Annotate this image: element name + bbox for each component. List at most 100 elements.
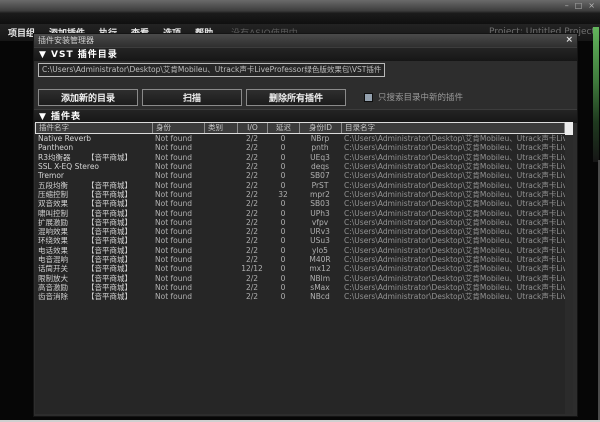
table-row[interactable]: 混响效果【音平商城】Not found2/20URv3C:\Users\Admi…	[35, 227, 565, 236]
cell-status: Not found	[152, 199, 204, 208]
cell-delay: 0	[267, 246, 299, 255]
cell-io: 2/2	[237, 171, 267, 180]
table-row[interactable]: TremorNot found2/20SB07C:\Users\Administ…	[35, 171, 565, 180]
table-row[interactable]: 压缩控制【音平商城】Not found2/232mpr2C:\Users\Adm…	[35, 190, 565, 199]
cell-directory: C:\Users\Administrator\Desktop\艾肯Mobileu…	[341, 264, 565, 273]
cell-io: 2/2	[237, 134, 267, 143]
plugin-store-tag: 【音平商城】	[87, 264, 132, 273]
table-row[interactable]: 五段均衡【音平商城】Not found2/20PrSTC:\Users\Admi…	[35, 180, 565, 189]
cell-status: Not found	[152, 227, 204, 236]
cell-io: 2/2	[237, 246, 267, 255]
table-row[interactable]: SSL X-EQ StereoNot found2/20deqsC:\Users…	[35, 162, 565, 171]
scan-button[interactable]: 扫描	[142, 89, 242, 106]
table-row[interactable]: Native ReverbNot found2/20NBrpC:\Users\A…	[35, 134, 565, 143]
cell-id: USu3	[299, 236, 341, 245]
dialog-close-icon[interactable]: ×	[565, 34, 573, 47]
table-row[interactable]: 齿音消除【音平商城】Not found2/20NBcdC:\Users\Admi…	[35, 292, 565, 301]
cell-io: 2/2	[237, 181, 267, 190]
cell-directory: C:\Users\Administrator\Desktop\艾肯Mobileu…	[341, 134, 565, 143]
cell-delay: 32	[267, 190, 299, 199]
menu-item[interactable]: 项目组	[8, 26, 35, 39]
column-header[interactable]: 类别	[205, 123, 238, 133]
cell-directory: C:\Users\Administrator\Desktop\艾肯Mobileu…	[341, 227, 565, 236]
table-row[interactable]: PantheonNot found2/20pnthC:\Users\Admini…	[35, 143, 565, 152]
close-icon[interactable]: ×	[588, 2, 595, 10]
maximize-icon[interactable]: □	[575, 2, 583, 10]
plugin-store-tag: 【音平商城】	[87, 153, 132, 162]
cell-plugin-name: 环绕效果【音平商城】	[35, 236, 152, 245]
column-header[interactable]: 目录名字	[342, 123, 565, 133]
table-row[interactable]: 限制放大【音平商城】Not found2/20NBlmC:\Users\Admi…	[35, 273, 565, 282]
cell-io: 2/2	[237, 190, 267, 199]
cell-id: NBlm	[299, 274, 341, 283]
cell-plugin-name: Tremor	[35, 171, 152, 180]
minimize-icon[interactable]: –	[565, 2, 569, 10]
column-header[interactable]: I/O	[238, 123, 268, 133]
dialog-title: 插件安装管理器	[38, 36, 94, 45]
cell-delay: 0	[267, 255, 299, 264]
cell-directory: C:\Users\Administrator\Desktop\艾肯Mobileu…	[341, 209, 565, 218]
table-row[interactable]: 双音效果【音平商城】Not found2/20SB03C:\Users\Admi…	[35, 199, 565, 208]
cell-io: 12/12	[237, 264, 267, 273]
vst-directory-path-field[interactable]: C:\Users\Administrator\Desktop\艾肯Mobileu…	[38, 63, 385, 77]
cell-delay: 0	[267, 162, 299, 171]
cell-directory: C:\Users\Administrator\Desktop\艾肯Mobileu…	[341, 255, 565, 264]
level-meter	[593, 27, 599, 162]
cell-status: Not found	[152, 246, 204, 255]
cell-status: Not found	[152, 274, 204, 283]
cell-id: NBcd	[299, 292, 341, 301]
cell-id: pnth	[299, 143, 341, 152]
table-row[interactable]: 啸叫控制【音平商城】Not found2/20UPh3C:\Users\Admi…	[35, 208, 565, 217]
cell-plugin-name: 电音混响【音平商城】	[35, 255, 152, 264]
cell-directory: C:\Users\Administrator\Desktop\艾肯Mobileu…	[341, 181, 565, 190]
column-header[interactable]: 延迟	[268, 123, 300, 133]
cell-id: deqs	[299, 162, 341, 171]
plugin-store-tag: 【音平商城】	[87, 246, 132, 255]
table-scrollbar-thumb[interactable]	[565, 122, 573, 135]
column-header[interactable]: 身份	[153, 123, 205, 133]
cell-delay: 0	[267, 143, 299, 152]
vst-directory-section-header[interactable]: ▼ VST 插件目录	[34, 47, 577, 61]
dialog-titlebar[interactable]: 插件安装管理器 ×	[34, 34, 577, 47]
cell-directory: C:\Users\Administrator\Desktop\艾肯Mobileu…	[341, 218, 565, 227]
table-row[interactable]: 电音混响【音平商城】Not found2/20M40RC:\Users\Admi…	[35, 255, 565, 264]
new-plugins-only-label: 只搜索目录中新的插件	[378, 91, 463, 103]
cell-plugin-name: 话筒开关【音平商城】	[35, 264, 152, 273]
table-row[interactable]: R3均衡器【音平商城】Not found2/20UEq3C:\Users\Adm…	[35, 153, 565, 162]
cell-id: UEq3	[299, 153, 341, 162]
cell-id: SB07	[299, 171, 341, 180]
plugin-table-body: Native ReverbNot found2/20NBrpC:\Users\A…	[35, 134, 565, 414]
cell-io: 2/2	[237, 218, 267, 227]
column-header[interactable]: 插件名字	[36, 123, 153, 133]
table-row[interactable]: 话筒开关【音平商城】Not found12/120mx12C:\Users\Ad…	[35, 264, 565, 273]
cell-status: Not found	[152, 283, 204, 292]
table-row[interactable]: 扩展激励【音平商城】Not found2/20vfpvC:\Users\Admi…	[35, 218, 565, 227]
table-row[interactable]: 环绕效果【音平商城】Not found2/20USu3C:\Users\Admi…	[35, 236, 565, 245]
table-scrollbar[interactable]	[565, 122, 573, 414]
cell-delay: 0	[267, 199, 299, 208]
cell-id: mpr2	[299, 190, 341, 199]
plugin-table-section-header[interactable]: ▼ 插件表	[34, 109, 577, 123]
cell-id: vfpv	[299, 218, 341, 227]
cell-io: 2/2	[237, 199, 267, 208]
remove-all-plugins-button[interactable]: 删除所有插件	[246, 89, 346, 106]
cell-delay: 0	[267, 292, 299, 301]
cell-io: 2/2	[237, 283, 267, 292]
plugin-store-tag: 【音平商城】	[87, 255, 132, 264]
column-header[interactable]: 身份ID	[300, 123, 342, 133]
table-row[interactable]: 电话效果【音平商城】Not found2/20ylo5C:\Users\Admi…	[35, 246, 565, 255]
cell-status: Not found	[152, 162, 204, 171]
table-row[interactable]: 高音激励【音平商城】Not found2/20sMaxC:\Users\Admi…	[35, 283, 565, 292]
cell-plugin-name: 限制放大【音平商城】	[35, 274, 152, 283]
cell-id: ylo5	[299, 246, 341, 255]
cell-status: Not found	[152, 264, 204, 273]
plugin-store-tag: 【音平商城】	[87, 292, 132, 301]
plugin-store-tag: 【音平商城】	[87, 181, 132, 190]
cell-status: Not found	[152, 153, 204, 162]
add-directory-button[interactable]: 添加新的目录	[38, 89, 138, 106]
cell-directory: C:\Users\Administrator\Desktop\艾肯Mobileu…	[341, 143, 565, 152]
table-header-row: 插件名字身份类别I/O延迟身份ID目录名字	[35, 122, 565, 134]
cell-id: SB03	[299, 199, 341, 208]
new-plugins-only-checkbox[interactable]	[364, 93, 373, 102]
cell-directory: C:\Users\Administrator\Desktop\艾肯Mobileu…	[341, 190, 565, 199]
